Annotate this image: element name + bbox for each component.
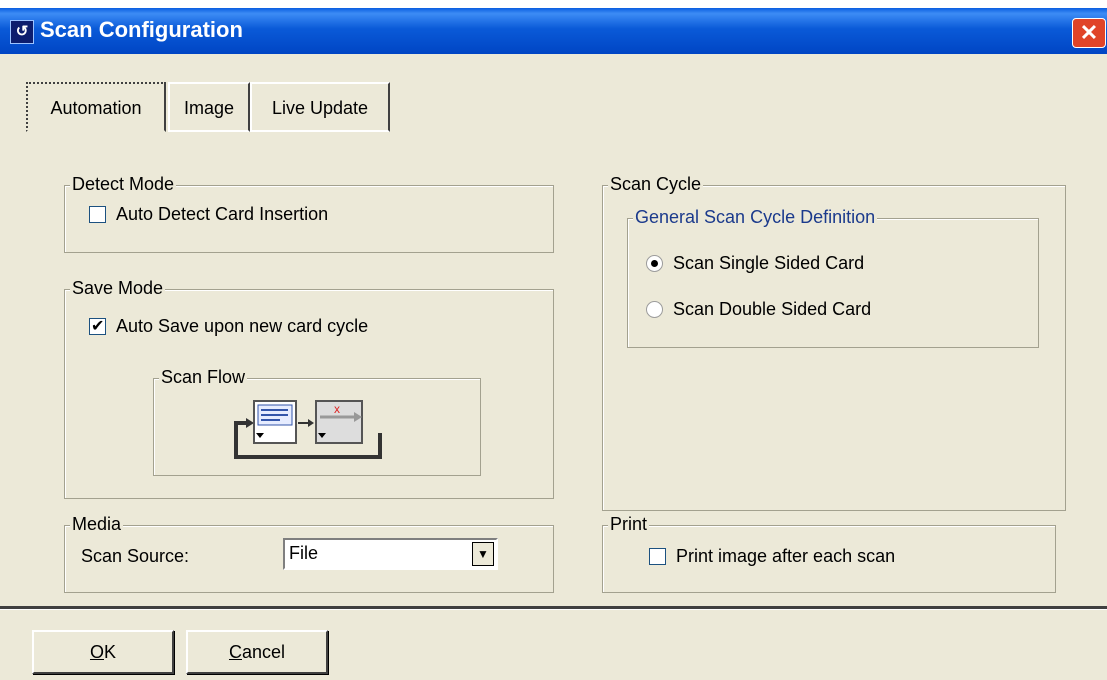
print-after-label: Print image after each scan xyxy=(676,546,896,566)
auto-save-option[interactable]: Auto Save upon new card cycle xyxy=(89,316,368,337)
scan-source-select[interactable]: File ▼ xyxy=(283,538,498,570)
general-scan-cycle-group: General Scan Cycle Definition Scan Singl… xyxy=(627,207,1039,348)
scan-single-sided-label: Scan Single Sided Card xyxy=(673,253,865,273)
tab-automation-label: Automation xyxy=(50,98,142,118)
tab-automation[interactable]: Automation xyxy=(26,82,166,132)
scan-flow-group: Scan Flow x xyxy=(153,367,481,476)
auto-save-checkbox[interactable] xyxy=(89,316,106,336)
print-group: Print Print image after each scan xyxy=(602,514,1056,593)
ok-label: K xyxy=(104,642,117,662)
tab-live-update-label: Live Update xyxy=(271,98,369,118)
tab-live-update[interactable]: Live Update xyxy=(250,82,390,132)
scan-cycle-group: Scan Cycle General Scan Cycle Definition… xyxy=(602,174,1066,511)
cancel-button[interactable]: Cancel xyxy=(186,630,328,674)
ok-button[interactable]: OK xyxy=(32,630,174,674)
scan-double-sided-radio[interactable] xyxy=(646,301,663,318)
separator xyxy=(0,606,1107,610)
media-legend: Media xyxy=(70,514,124,535)
chevron-down-icon[interactable]: ▼ xyxy=(472,542,494,566)
scan-source-value: File xyxy=(289,543,319,563)
scan-double-sided-option[interactable]: Scan Double Sided Card xyxy=(646,299,871,320)
auto-detect-checkbox[interactable] xyxy=(89,206,106,223)
scan-cycle-legend: Scan Cycle xyxy=(608,174,704,195)
general-scan-cycle-legend: General Scan Cycle Definition xyxy=(633,207,878,228)
auto-detect-option[interactable]: Auto Detect Card Insertion xyxy=(89,204,328,225)
print-after-checkbox[interactable] xyxy=(649,548,666,565)
cancel-label: ancel xyxy=(241,642,286,662)
print-after-option[interactable]: Print image after each scan xyxy=(649,546,895,567)
auto-save-label: Auto Save upon new card cycle xyxy=(116,316,369,336)
scan-single-sided-radio[interactable] xyxy=(646,255,663,272)
save-mode-legend: Save Mode xyxy=(70,278,166,299)
save-mode-group: Save Mode Auto Save upon new card cycle … xyxy=(64,278,554,499)
scan-flow-diagram-icon: x xyxy=(234,400,382,459)
svg-text:x: x xyxy=(334,402,340,416)
auto-detect-label: Auto Detect Card Insertion xyxy=(116,204,329,224)
app-icon: ↺ xyxy=(10,20,34,44)
tab-image[interactable]: Image xyxy=(168,82,250,132)
window-title: Scan Configuration xyxy=(40,17,243,42)
tab-image-label: Image xyxy=(183,98,235,118)
scan-flow-legend: Scan Flow xyxy=(159,367,248,388)
print-legend: Print xyxy=(608,514,650,535)
media-group: Media Scan Source: File ▼ xyxy=(64,514,554,593)
cancel-mnemonic: C xyxy=(228,642,242,662)
scan-configuration-dialog: ↺ Scan Configuration ✕ Automation Image … xyxy=(0,8,1107,680)
scan-double-sided-label: Scan Double Sided Card xyxy=(673,299,872,319)
detect-mode-legend: Detect Mode xyxy=(70,174,177,195)
scan-single-sided-option[interactable]: Scan Single Sided Card xyxy=(646,253,864,274)
detect-mode-group: Detect Mode Auto Detect Card Insertion xyxy=(64,174,554,253)
close-button[interactable]: ✕ xyxy=(1072,18,1106,48)
ok-mnemonic: O xyxy=(89,642,104,662)
scan-source-label: Scan Source: xyxy=(81,546,190,566)
title-bar[interactable]: ↺ Scan Configuration ✕ xyxy=(0,8,1107,54)
